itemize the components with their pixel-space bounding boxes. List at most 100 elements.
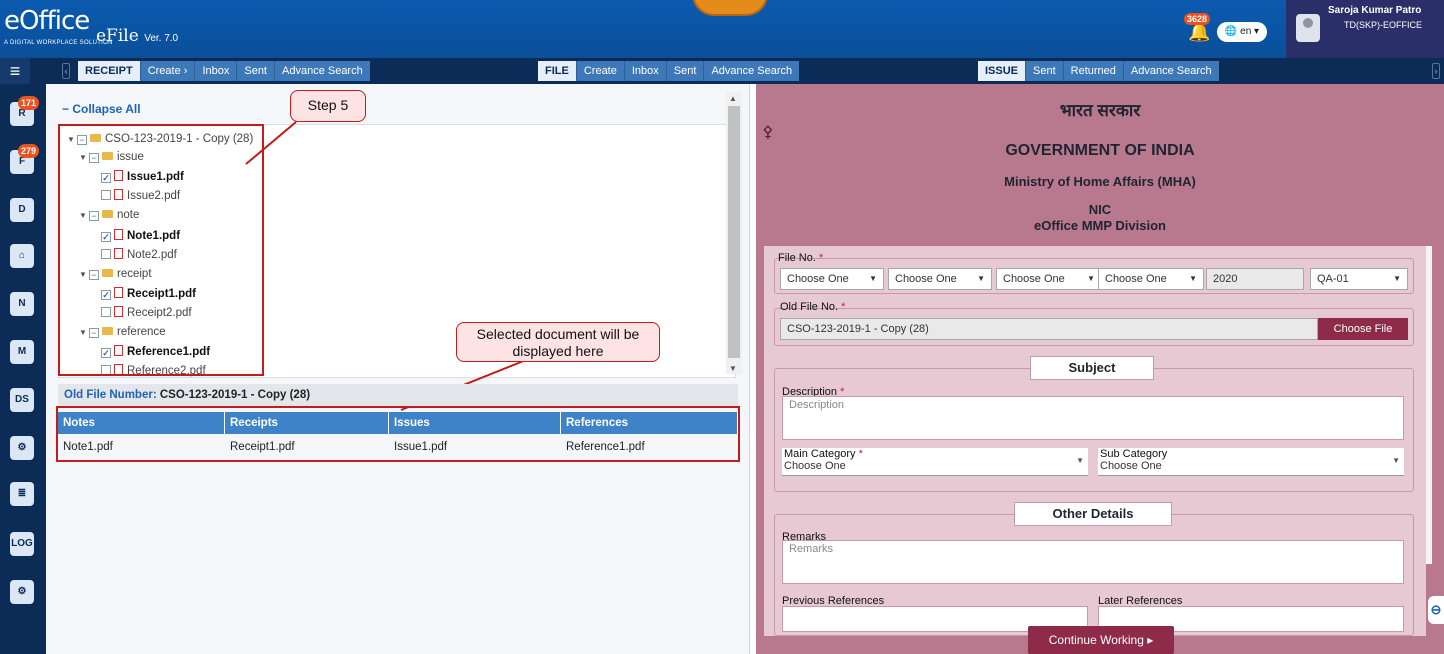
issue-group: ISSUE Sent Returned Advance Search xyxy=(978,61,1219,81)
app-version: Ver. 7.0 xyxy=(144,33,179,44)
division-name: eOffice MMP Division xyxy=(1034,218,1166,233)
scroll-left-icon[interactable]: ‹ xyxy=(62,63,70,79)
form-scrollbar[interactable] xyxy=(1426,246,1432,564)
brand-name: eOffice xyxy=(4,6,90,36)
language-select[interactable]: 🌐 en ▾ xyxy=(1217,22,1267,42)
old-file-label: Old File Number: xyxy=(64,389,157,401)
file-tree-panel: − Collapse All ▼ − CSO-123-2019-1 - Copy (… xyxy=(46,84,750,654)
file-menu-title[interactable]: FILE xyxy=(538,61,576,81)
file-badge: 279 xyxy=(18,144,40,158)
sub-category-select[interactable]: Sub Category Choose One ▼ xyxy=(1098,448,1404,476)
create-file-panel: ⚴ भारत सरकार GOVERNMENT OF INDIA Ministr… xyxy=(756,84,1444,654)
bell-icon[interactable]: 🔔 xyxy=(1188,22,1210,44)
icon-rail: R 171 F 279 D ⌂ N M DS ⚙ ≣ LOG ⚙ xyxy=(0,84,46,654)
emblem-icon: ⚴ xyxy=(762,124,774,141)
receipt-menu-title[interactable]: RECEIPT xyxy=(78,61,140,81)
collapse-header-tab[interactable] xyxy=(692,0,768,16)
sub-category-label: Sub Category xyxy=(1100,448,1168,460)
ministry-name: Ministry of Home Affairs (MHA) xyxy=(1004,174,1196,189)
receipt-group: RECEIPT Create › Inbox Sent Advance Sear… xyxy=(78,61,370,81)
old-file-no-label: Old File No. * xyxy=(780,301,845,313)
receipt-sent-link[interactable]: Sent xyxy=(236,61,274,81)
subject-legend: Subject xyxy=(1030,356,1154,380)
select-value: Choose One xyxy=(1105,273,1167,285)
issue-returned-link[interactable]: Returned xyxy=(1062,61,1123,81)
select-value: Choose One xyxy=(1003,273,1065,285)
efile-app: eOffice A DIGITAL WORKPLACE SOLUTION eFi… xyxy=(0,0,1444,654)
selected-callout: Selected document will be displayed here xyxy=(456,322,660,362)
eoffice-logo[interactable]: eOffice A DIGITAL WORKPLACE SOLUTION xyxy=(4,6,112,46)
year-field: 2020 xyxy=(1206,268,1304,290)
caret-down-icon: ▼ xyxy=(977,274,985,283)
collapse-all-label: Collapse All xyxy=(72,102,141,116)
scroll-right-icon[interactable]: › xyxy=(1432,63,1440,79)
receipt-advance-search-link[interactable]: Advance Search xyxy=(274,61,370,81)
description-input[interactable]: Description xyxy=(782,396,1404,440)
table-highlight xyxy=(56,406,740,462)
file-form: File No. * Choose One ▼ Choose One ▼ Choos… xyxy=(764,246,1426,636)
scroll-up-icon[interactable]: ▲ xyxy=(729,94,737,103)
file-no-label: File No. * xyxy=(778,252,823,264)
issue-sent-link[interactable]: Sent xyxy=(1025,61,1063,81)
new-icon[interactable]: N xyxy=(10,292,34,316)
required-marker: * xyxy=(818,252,824,264)
user-name: Saroja Kumar Patro xyxy=(1328,5,1422,16)
select-value: Choose One xyxy=(787,273,849,285)
hamburger-menu-icon[interactable]: ≡ xyxy=(0,58,30,84)
avatar xyxy=(1296,14,1320,42)
caret-down-icon: ▼ xyxy=(1087,274,1095,283)
receipt-create-link[interactable]: Create › xyxy=(139,61,195,81)
old-file-no-field: CSO-123-2019-1 - Copy (28) xyxy=(780,318,1318,340)
file-sent-link[interactable]: Sent xyxy=(665,61,704,81)
organization-name: NIC xyxy=(1088,202,1112,217)
user-menu[interactable]: Saroja Kumar Patro TD(SKP)-EOFFICE xyxy=(1286,0,1444,58)
sub-category-value: Choose One xyxy=(1100,460,1162,472)
choose-file-button[interactable]: Choose File xyxy=(1318,318,1408,340)
issue-menu-title[interactable]: ISSUE xyxy=(978,61,1026,81)
main-toolbar: ≡ ‹ RECEIPT Create › Inbox Sent Advance … xyxy=(0,58,1444,84)
user-role: TD(SKP)-EOFFICE xyxy=(1344,20,1422,30)
home-icon[interactable]: ⌂ xyxy=(10,244,34,268)
globe-icon: 🌐 xyxy=(1224,26,1238,37)
series-select[interactable]: QA-01 ▼ xyxy=(1310,268,1408,290)
file-no-select-3[interactable]: Choose One ▼ xyxy=(996,268,1102,290)
scroll-down-icon[interactable]: ▼ xyxy=(729,364,737,373)
tree-scrollbar[interactable]: ▲ ▼ xyxy=(726,92,742,374)
caret-down-icon: ▼ xyxy=(1392,456,1400,465)
file-inbox-link[interactable]: Inbox xyxy=(623,61,666,81)
issue-advance-search-link[interactable]: Advance Search xyxy=(1122,61,1219,81)
select-value: QA-01 xyxy=(1317,273,1349,285)
dispatch-icon[interactable]: D xyxy=(10,198,34,222)
side-toggle-icon[interactable]: ⊖ xyxy=(1428,596,1444,624)
settings-icon[interactable]: ⚙ xyxy=(10,436,34,460)
file-no-select-4[interactable]: Choose One ▼ xyxy=(1098,268,1204,290)
main-category-value: Choose One xyxy=(784,460,846,472)
log-icon[interactable]: LOG xyxy=(10,532,34,556)
collapse-all-link[interactable]: − Collapse All xyxy=(62,102,141,116)
file-no-select-1[interactable]: Choose One ▼ xyxy=(780,268,884,290)
required-marker: * xyxy=(858,448,863,460)
remarks-input[interactable]: Remarks xyxy=(782,540,1404,584)
file-advance-search-link[interactable]: Advance Search xyxy=(703,61,800,81)
receipt-inbox-link[interactable]: Inbox xyxy=(194,61,237,81)
file-no-label-text: File No. xyxy=(778,252,816,264)
app-title: eFile Ver. 7.0 xyxy=(96,26,178,46)
admin-icon[interactable]: ⚙ xyxy=(10,580,34,604)
transfer-icon[interactable]: M xyxy=(10,340,34,364)
old-file-value: CSO-123-2019-1 - Copy (28) xyxy=(159,389,311,401)
hindi-title: भारत सरकार xyxy=(1059,101,1141,120)
notification-badge: 3628 xyxy=(1184,13,1211,25)
old-file-no-label-text: Old File No. xyxy=(780,301,839,313)
file-create-link[interactable]: Create xyxy=(575,61,624,81)
receipt-badge: 171 xyxy=(18,96,40,110)
other-details-legend: Other Details xyxy=(1014,502,1172,526)
dsc-icon[interactable]: DS xyxy=(10,388,34,412)
caret-down-icon: ▼ xyxy=(869,274,877,283)
step5-callout: Step 5 xyxy=(290,90,366,122)
scroll-thumb[interactable] xyxy=(728,106,740,358)
file-no-select-2[interactable]: Choose One ▼ xyxy=(888,268,992,290)
report-icon[interactable]: ≣ xyxy=(10,482,34,506)
main-category-select[interactable]: Main Category * Choose One ▼ xyxy=(782,448,1088,476)
continue-working-button[interactable]: Continue Working ▸ xyxy=(1028,626,1174,654)
app-name: eFile xyxy=(96,26,139,46)
